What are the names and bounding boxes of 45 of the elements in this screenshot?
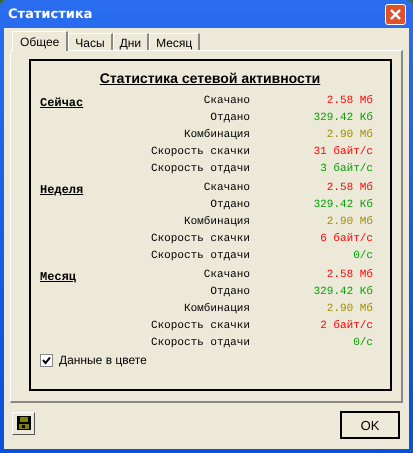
- close-button[interactable]: [385, 4, 406, 24]
- section-title: Неделя: [40, 182, 84, 199]
- stat-label: Скорость скачки: [150, 320, 250, 332]
- ok-button[interactable]: OK: [340, 411, 400, 439]
- window-title: Статистика: [8, 6, 92, 22]
- stat-value: 3 байт/с: [319, 162, 373, 174]
- stat-value: 31 байт/с: [312, 146, 373, 158]
- stat-value: 2.58 Мб: [326, 94, 373, 106]
- save-button[interactable]: [12, 412, 35, 434]
- tab[interactable]: Месяц: [149, 33, 200, 50]
- stat-label: Отдано: [209, 112, 250, 124]
- stat-label: Отдано: [209, 286, 250, 298]
- stat-value: 2.90 Мб: [326, 216, 373, 228]
- checkbox[interactable]: [40, 354, 53, 366]
- stat-value: 2.58 Мб: [326, 268, 373, 280]
- stat-value: 0/с: [352, 336, 373, 348]
- tab[interactable]: Дни: [112, 33, 150, 50]
- stat-value: 2.90 Мб: [326, 302, 373, 314]
- stat-label: Скорость отдачи: [150, 336, 250, 348]
- stat-value: 0/с: [352, 250, 373, 262]
- section-title: Месяц: [40, 269, 78, 286]
- tab[interactable]: Общее: [12, 31, 68, 51]
- section-title: Сейчас: [40, 95, 84, 112]
- stat-label: Комбинация: [182, 302, 250, 314]
- stat-label: Скорость отдачи: [150, 162, 250, 174]
- stat-label: Скорость отдачи: [150, 250, 250, 262]
- stat-label: Скачано: [202, 182, 250, 194]
- stat-label: Отдано: [209, 198, 250, 210]
- stat-value: 2.90 Мб: [326, 128, 373, 140]
- close-icon: [389, 8, 402, 20]
- tab[interactable]: Часы: [68, 33, 113, 50]
- stat-value: 329.42 Кб: [312, 198, 373, 210]
- stat-value: 2.58 Мб: [326, 182, 373, 194]
- stat-label: Скачано: [202, 94, 250, 106]
- stat-value: 6 байт/с: [319, 232, 373, 244]
- stat-label: Комбинация: [182, 128, 250, 140]
- checkbox-label: Данные в цвете: [59, 353, 147, 367]
- stat-value: 329.42 Кб: [312, 112, 373, 124]
- stat-value: 2 байт/с: [319, 320, 373, 332]
- stat-label: Скачано: [202, 268, 250, 280]
- stat-label: Скорость скачки: [150, 232, 250, 244]
- stat-label: Скорость скачки: [150, 146, 250, 158]
- stat-value: 329.42 Кб: [312, 286, 373, 298]
- stat-label: Комбинация: [182, 216, 250, 228]
- stats-heading: Статистика сетевой активности: [98, 70, 322, 86]
